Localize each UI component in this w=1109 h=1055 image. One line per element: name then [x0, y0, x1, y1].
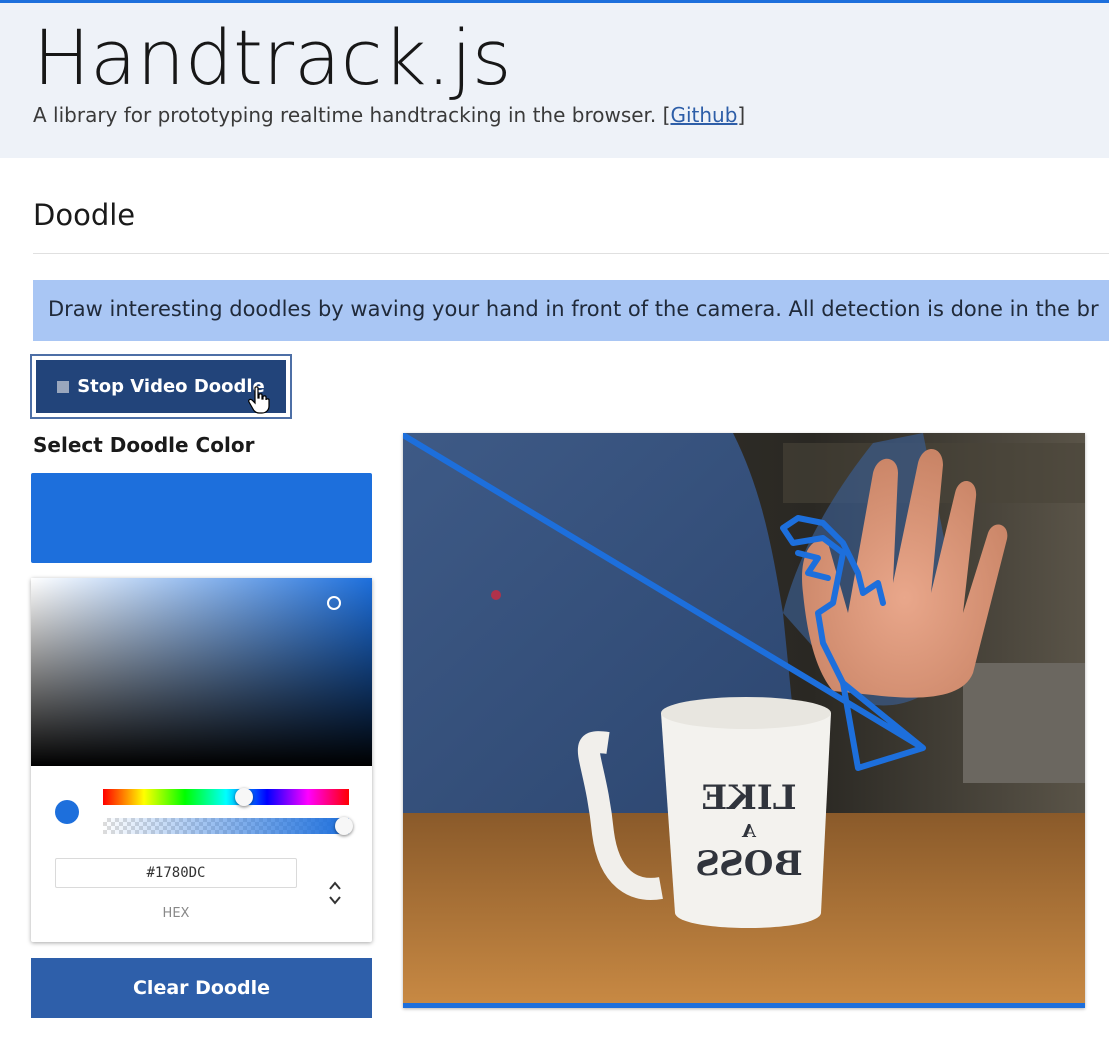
hue-slider-handle[interactable] [235, 788, 253, 806]
video-frame-scene: LIKE A BOSS [403, 433, 1085, 1008]
current-color-preview [55, 800, 79, 824]
section-title: Doodle [33, 198, 136, 232]
saturation-cursor[interactable] [327, 596, 341, 610]
github-link[interactable]: Github [670, 103, 737, 127]
mug-text-line-3: BOSS [695, 844, 802, 884]
saturation-area[interactable] [31, 578, 372, 766]
doodle-color-swatch[interactable] [31, 473, 372, 563]
alpha-slider-handle[interactable] [335, 817, 353, 835]
chevron-up-down-icon[interactable] [327, 878, 343, 908]
hex-format-label: HEX [162, 906, 190, 921]
info-banner-text: Draw interesting doodles by waving your … [48, 297, 1099, 321]
color-picker: HEX [31, 578, 372, 942]
doodle-color-label: Select Doodle Color [33, 433, 255, 457]
page-header: Handtrack.js A library for prototyping r… [0, 3, 1109, 158]
background-chair [963, 663, 1085, 783]
clear-button-label: Clear Doodle [132, 977, 271, 999]
subtitle-text: A library for prototyping realtime handt… [33, 103, 671, 127]
shirt-detail [491, 590, 501, 600]
clear-doodle-button[interactable]: Clear Doodle [31, 958, 372, 1018]
video-bottom-bar [403, 1003, 1085, 1008]
info-banner: Draw interesting doodles by waving your … [33, 280, 1109, 341]
mug-text-line-1: LIKE [701, 778, 796, 818]
stop-button-label: Stop Video Doodle [77, 376, 265, 397]
alpha-slider[interactable] [103, 818, 349, 834]
hex-input[interactable] [55, 858, 297, 888]
video-doodle-canvas: LIKE A BOSS [403, 433, 1085, 1008]
site-subtitle: A library for prototyping realtime handt… [33, 103, 745, 127]
mug-text-line-2: A [741, 821, 757, 842]
hand-pointer-icon [248, 386, 270, 414]
site-title: Handtrack.js [33, 13, 512, 102]
section-divider [33, 253, 1109, 254]
stop-icon [57, 380, 70, 393]
subtitle-close: ] [737, 103, 746, 127]
hue-slider[interactable] [103, 789, 349, 805]
